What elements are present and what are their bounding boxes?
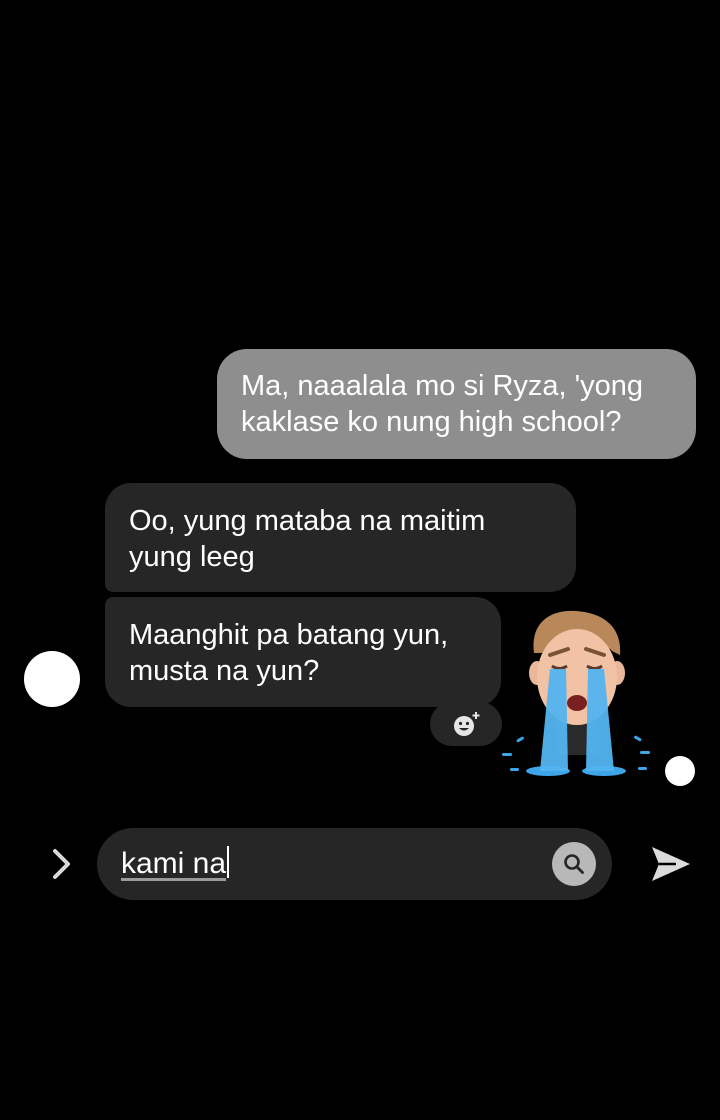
message-input-box[interactable]: kami na	[97, 828, 612, 900]
message-input[interactable]: kami na	[121, 845, 230, 883]
add-reaction-button[interactable]	[430, 702, 502, 746]
text-cursor	[227, 846, 230, 878]
chevron-right-icon	[53, 849, 70, 879]
add-reaction-icon	[454, 712, 480, 736]
send-button[interactable]	[646, 840, 694, 888]
message-bubble-received[interactable]: Maanghit pa batang yun, musta na yun?	[105, 597, 501, 707]
read-receipt-avatar	[665, 756, 695, 786]
search-button[interactable]	[552, 842, 596, 886]
message-bubble-sent[interactable]: Ma, naaalala mo si Ryza, 'yong kaklase k…	[217, 349, 696, 459]
message-bubble-received[interactable]: Oo, yung mataba na maitim yung leeg	[105, 483, 576, 592]
send-icon	[652, 847, 690, 881]
avatar[interactable]	[24, 651, 80, 707]
search-icon	[564, 854, 584, 874]
crying-memoji-sticker[interactable]	[500, 603, 660, 783]
expand-button[interactable]	[46, 844, 78, 884]
